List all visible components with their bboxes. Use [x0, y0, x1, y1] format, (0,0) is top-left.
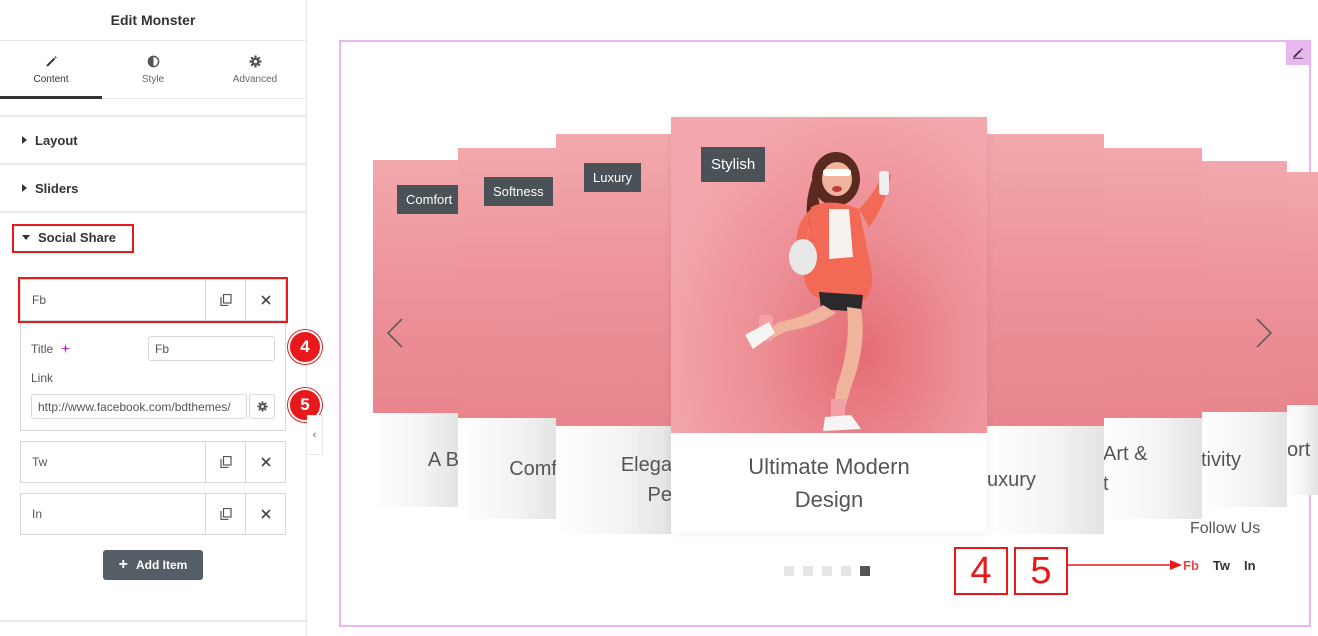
- share-link-tw[interactable]: Tw: [1213, 558, 1230, 573]
- slide-tag: Comfort: [397, 185, 459, 214]
- pagination-dot[interactable]: [822, 566, 832, 576]
- slide-card[interactable]: tivity: [1201, 161, 1287, 507]
- pagination-dot[interactable]: [860, 566, 870, 576]
- slide-card[interactable]: uxury: [987, 134, 1104, 534]
- section-layout[interactable]: Layout: [0, 115, 306, 165]
- section-layout-label: Layout: [35, 132, 78, 148]
- title-field-label: Title: [31, 342, 54, 356]
- link-options-button[interactable]: [249, 394, 275, 419]
- tab-advanced[interactable]: Advanced: [204, 41, 306, 98]
- editor-panel: Edit Monster Content Style Advanced Layo…: [0, 0, 322, 636]
- pagination-dot[interactable]: [803, 566, 813, 576]
- slide-card[interactable]: Softness Comf: [458, 148, 557, 519]
- prev-arrow-icon[interactable]: [386, 318, 404, 348]
- slide-image: [1285, 172, 1318, 405]
- panel-divider: [0, 620, 306, 622]
- slide-tag: Softness: [484, 177, 553, 206]
- repeater-item-tw[interactable]: Tw: [20, 441, 286, 483]
- duplicate-button[interactable]: [205, 442, 245, 482]
- slide-caption: ort: [1285, 405, 1318, 495]
- section-sliders[interactable]: Sliders: [0, 165, 306, 213]
- panel-tabs: Content Style Advanced: [0, 41, 306, 99]
- link-field-label: Link: [31, 371, 54, 385]
- edit-widget-button[interactable]: [1286, 41, 1310, 65]
- share-link-in[interactable]: In: [1244, 558, 1256, 573]
- highlight-box: [12, 224, 134, 253]
- slide-caption: A B: [373, 413, 459, 507]
- slide-caption: Ultimate Modern Design: [671, 433, 987, 533]
- ai-sparkle-icon[interactable]: [60, 343, 71, 354]
- copy-icon: [219, 508, 232, 520]
- slide-tag: Luxury: [584, 163, 642, 192]
- tab-advanced-label: Advanced: [232, 73, 278, 85]
- slide-image: [1103, 148, 1202, 418]
- remove-button[interactable]: [245, 494, 285, 534]
- collapse-panel-button[interactable]: ‹: [307, 415, 323, 455]
- slide-card[interactable]: Art & t: [1103, 148, 1202, 519]
- duplicate-button[interactable]: [205, 494, 245, 534]
- caret-right-icon: [22, 184, 27, 192]
- next-arrow-icon[interactable]: [1255, 318, 1273, 348]
- copy-icon: [219, 456, 232, 468]
- annotation-box-4: 4: [954, 547, 1008, 595]
- pencil-icon: [45, 55, 57, 67]
- half-circle-icon: [147, 55, 159, 67]
- slide-card[interactable]: ort: [1285, 172, 1318, 495]
- pagination-dots: [784, 566, 870, 576]
- annotation-box-5: 5: [1014, 547, 1068, 595]
- add-item-label: Add Item: [136, 558, 188, 572]
- slide-caption: tivity: [1201, 412, 1287, 507]
- repeater-item-title: In: [32, 507, 43, 521]
- slide-caption: Comf: [458, 418, 557, 519]
- repeater-item-in[interactable]: In: [20, 493, 286, 535]
- pagination-dot[interactable]: [841, 566, 851, 576]
- plus-icon: +: [118, 556, 128, 573]
- share-link-fb[interactable]: Fb: [1183, 558, 1199, 573]
- annotation-badge-4: 4: [288, 330, 322, 364]
- tab-content[interactable]: Content: [0, 41, 102, 99]
- highlight-box: [18, 277, 288, 323]
- chevron-left-icon: ‹: [312, 429, 317, 441]
- slide-caption: Elega Pe: [556, 426, 672, 534]
- add-item-button[interactable]: + Add Item: [103, 550, 203, 580]
- slide-tag: Stylish: [701, 147, 766, 182]
- slide-image: [987, 134, 1104, 426]
- panel-title: Edit Monster: [0, 0, 306, 41]
- tab-style[interactable]: Style: [102, 41, 204, 98]
- slide-card-active[interactable]: Stylish Ultimate Modern Design: [671, 117, 987, 533]
- remove-button[interactable]: [245, 442, 285, 482]
- repeater-item-title: Tw: [32, 455, 48, 469]
- gear-icon: [248, 54, 262, 68]
- close-icon: [260, 457, 271, 467]
- slide-caption: Art & t: [1103, 418, 1202, 519]
- slide-caption: uxury: [987, 426, 1104, 534]
- slide-card[interactable]: Luxury Elega Pe: [556, 134, 672, 534]
- section-social-share[interactable]: Social Share: [0, 213, 306, 261]
- title-input[interactable]: Fb: [148, 336, 275, 361]
- pagination-dot[interactable]: [784, 566, 794, 576]
- social-share-links: Fb Tw In: [1183, 558, 1256, 573]
- caret-right-icon: [22, 136, 27, 144]
- pencil-icon: [1292, 48, 1304, 59]
- gear-icon: [256, 401, 268, 412]
- tab-content-label: Content: [33, 73, 69, 85]
- link-input[interactable]: http://www.facebook.com/bdthemes/: [31, 394, 247, 419]
- follow-us-label: Follow Us: [1190, 520, 1261, 537]
- section-sliders-label: Sliders: [35, 180, 79, 196]
- tab-style-label: Style: [141, 73, 165, 85]
- annotation-arrow-icon: [1068, 560, 1182, 570]
- close-icon: [260, 509, 271, 519]
- slide-image: [1201, 161, 1287, 412]
